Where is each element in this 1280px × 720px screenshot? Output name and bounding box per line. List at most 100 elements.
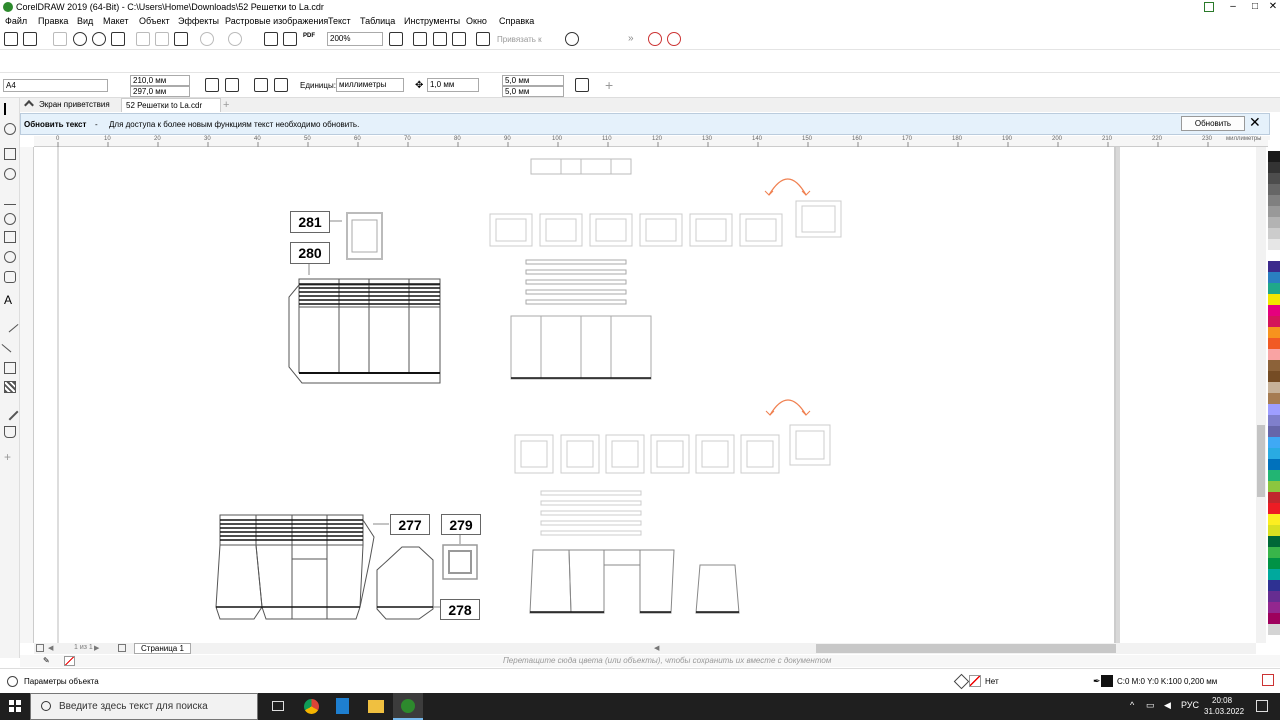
language-indicator[interactable]: РУС — [1181, 700, 1199, 710]
undo-icon[interactable] — [200, 32, 214, 46]
parallel-dimension-icon[interactable] — [1, 315, 19, 333]
palette-swatch[interactable] — [1268, 173, 1280, 184]
menu-tools[interactable]: Инструменты — [404, 16, 460, 26]
palette-swatch[interactable] — [1268, 349, 1280, 360]
grid-icon[interactable] — [433, 32, 447, 46]
scroll-left-icon[interactable]: ◀ — [654, 644, 659, 652]
first-page-icon[interactable] — [36, 644, 44, 652]
palette-swatch[interactable] — [1268, 195, 1280, 206]
palette-swatch[interactable] — [1268, 492, 1280, 503]
redo-icon[interactable] — [228, 32, 242, 46]
tray-chevron-icon[interactable]: ^ — [1130, 700, 1134, 710]
no-color-swatch[interactable] — [64, 656, 75, 666]
label-279[interactable]: 279 — [441, 514, 481, 535]
rectangle-tool-icon[interactable] — [4, 231, 16, 243]
palette-swatch[interactable] — [1268, 371, 1280, 382]
menu-table[interactable]: Таблица — [360, 16, 395, 26]
palette-swatch[interactable] — [1268, 294, 1280, 305]
volume-icon[interactable]: ◀ — [1164, 700, 1171, 711]
file-explorer-icon[interactable] — [368, 700, 384, 713]
menu-edit[interactable]: Правка — [38, 16, 68, 26]
export-icon[interactable] — [283, 32, 297, 46]
zoom-level-field[interactable]: 200% — [327, 32, 383, 46]
snap-to-dropdown[interactable]: Привязать к — [497, 35, 542, 44]
page-size-select[interactable]: A4 — [3, 79, 108, 92]
eyedropper-tool-icon[interactable] — [1, 403, 19, 421]
palette-swatch[interactable] — [1268, 272, 1280, 283]
palette-swatch[interactable] — [1268, 305, 1280, 316]
duplicate-y-field[interactable]: 5,0 мм — [502, 86, 564, 97]
palette-swatch[interactable] — [1268, 602, 1280, 613]
palette-swatch[interactable] — [1268, 536, 1280, 547]
text-tool-icon[interactable]: A — [4, 294, 16, 306]
guidelines-icon[interactable] — [452, 32, 466, 46]
crop-tool-icon[interactable] — [4, 148, 16, 160]
palette-swatch[interactable] — [1268, 624, 1280, 635]
menu-window[interactable]: Окно — [466, 16, 487, 26]
menu-view[interactable]: Вид — [77, 16, 93, 26]
palette-swatch[interactable] — [1268, 481, 1280, 492]
palette-swatch[interactable] — [1268, 327, 1280, 338]
palette-swatch[interactable] — [1268, 261, 1280, 272]
palette-swatch[interactable] — [1268, 613, 1280, 624]
landscape-icon[interactable] — [225, 78, 239, 92]
label-278[interactable]: 278 — [440, 599, 480, 620]
prev-page-icon[interactable]: ◀ — [48, 644, 53, 652]
vertical-ruler[interactable] — [20, 147, 34, 643]
color-palette[interactable] — [1268, 140, 1280, 640]
tab-welcome-screen[interactable]: Экран приветствия — [35, 98, 127, 112]
palette-swatch[interactable] — [1268, 316, 1280, 327]
color-proof-icon[interactable] — [1262, 674, 1274, 686]
object-properties-label[interactable]: Параметры объекта — [24, 677, 99, 686]
menu-effects[interactable]: Эффекты — [178, 16, 219, 26]
palette-swatch[interactable] — [1268, 206, 1280, 217]
tab-document[interactable]: 52 Решетки to La.cdr — [121, 98, 221, 112]
notifications-icon[interactable] — [1256, 700, 1268, 712]
ellipse-tool-icon[interactable] — [4, 251, 16, 263]
chrome-icon[interactable] — [304, 699, 319, 714]
palette-swatch[interactable] — [1268, 459, 1280, 470]
palette-swatch[interactable] — [1268, 404, 1280, 415]
paste-icon[interactable] — [174, 32, 188, 46]
bleed-icon[interactable] — [575, 78, 589, 92]
doc-palette-eyedropper-icon[interactable]: ✎ — [43, 656, 50, 665]
network-icon[interactable]: ▭ — [1146, 700, 1155, 711]
menu-layout[interactable]: Макет — [103, 16, 128, 26]
palette-swatch[interactable] — [1268, 228, 1280, 239]
add-tool-icon[interactable]: + — [4, 451, 16, 463]
drop-shadow-icon[interactable] — [4, 362, 16, 374]
add-page-icon[interactable] — [118, 644, 126, 652]
export-pdf-icon[interactable]: PDF — [303, 33, 315, 39]
interactive-fill-icon[interactable] — [4, 426, 16, 438]
pick-tool-icon[interactable] — [4, 103, 16, 115]
drawing-canvas[interactable]: 281 280 277 279 278 — [34, 147, 1256, 643]
update-button[interactable]: Обновить — [1181, 116, 1245, 131]
menu-file[interactable]: Файл — [5, 16, 27, 26]
label-280[interactable]: 280 — [290, 242, 330, 264]
palette-swatch[interactable] — [1268, 580, 1280, 591]
cloud-import-icon[interactable] — [73, 32, 87, 46]
palette-swatch[interactable] — [1268, 503, 1280, 514]
add-tab-button[interactable]: + — [219, 98, 233, 112]
horizontal-scroll-thumb[interactable] — [816, 644, 1116, 653]
vertical-scrollbar[interactable] — [1256, 147, 1266, 643]
launch-icon[interactable] — [648, 32, 662, 46]
task-view-icon[interactable] — [272, 701, 284, 711]
freehand-tool-icon[interactable] — [4, 193, 16, 205]
palette-swatch[interactable] — [1268, 283, 1280, 294]
palette-swatch[interactable] — [1268, 569, 1280, 580]
document-palette[interactable]: ✎ Перетащите сюда цвета (или объекты), ч… — [20, 655, 1280, 667]
palette-swatch[interactable] — [1268, 140, 1280, 151]
artistic-media-icon[interactable] — [4, 213, 16, 225]
palette-swatch[interactable] — [1268, 338, 1280, 349]
palette-swatch[interactable] — [1268, 239, 1280, 250]
open-icon[interactable] — [23, 32, 37, 46]
copy-icon[interactable] — [155, 32, 169, 46]
palette-swatch[interactable] — [1268, 437, 1280, 448]
page-width-field[interactable]: 210,0 мм — [130, 75, 190, 86]
portrait-icon[interactable] — [205, 78, 219, 92]
fill-swatch[interactable] — [969, 675, 981, 687]
import-icon[interactable] — [264, 32, 278, 46]
full-screen-icon[interactable] — [413, 32, 427, 46]
palette-swatch[interactable] — [1268, 382, 1280, 393]
